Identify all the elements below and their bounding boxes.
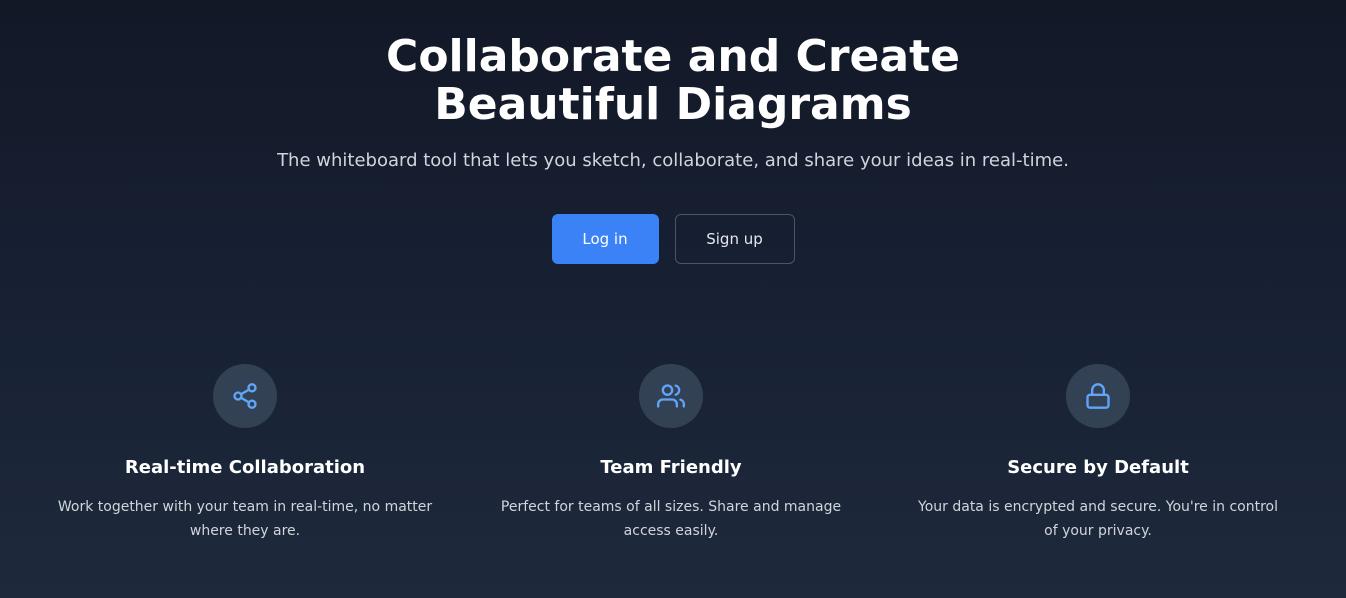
lock-icon [1066,364,1130,428]
feature-title: Secure by Default [1007,457,1189,478]
feature-description: Your data is encrypted and secure. You'r… [918,495,1278,543]
feature-description: Perfect for teams of all sizes. Share an… [501,495,841,543]
login-button[interactable]: Log in [551,214,659,264]
hero-subtitle: The whiteboard tool that lets you sketch… [277,150,1069,171]
feature-team-friendly: Team Friendly Perfect for teams of all s… [461,364,881,543]
feature-description-line: Perfect for teams of all sizes. Share an… [500,499,842,515]
feature-description-line: where they are. [189,523,301,539]
hero-section: Collaborate and Create Beautiful Diagram… [0,0,1346,264]
feature-title: Real-time Collaboration [124,457,366,478]
share-icon [213,364,277,428]
feature-description-line: Work together with your team in real-tim… [57,499,433,515]
feature-description-line: access easily. [623,523,719,539]
feature-secure-by-default: Secure by Default Your data is encrypted… [888,364,1308,543]
cta-buttons: Log in Sign up [551,214,795,264]
feature-title: Team Friendly [600,457,742,478]
feature-real-time-collaboration: Real-time Collaboration Work together wi… [35,364,455,543]
hero-title: Collaborate and Create Beautiful Diagram… [386,31,960,130]
signup-button[interactable]: Sign up [674,214,795,264]
feature-description: Work together with your team in real-tim… [58,495,432,543]
feature-description-line: Your data is encrypted and secure. You'r… [918,499,1278,515]
users-icon [639,364,703,428]
feature-description-line: of your privacy. [1044,523,1152,539]
